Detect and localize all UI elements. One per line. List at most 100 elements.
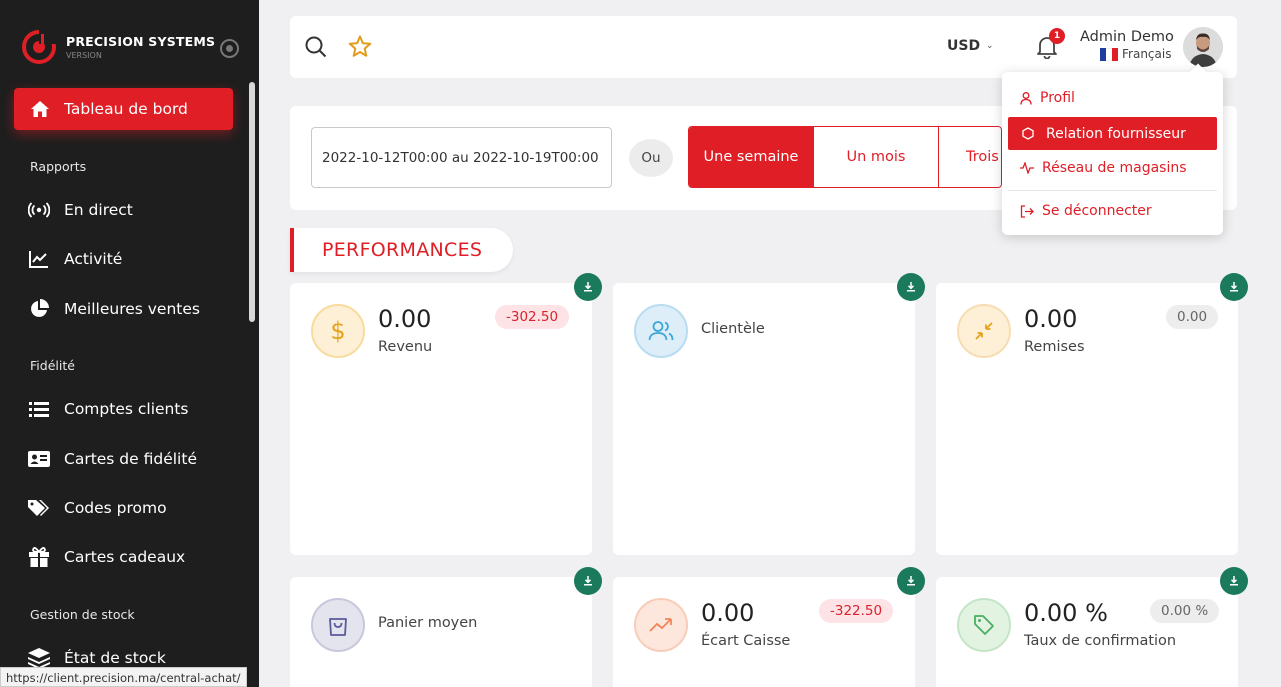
card-revenu: $ 0.00 Revenu -302.50 xyxy=(290,283,592,555)
sidebar-item-label: Cartes cadeaux xyxy=(64,548,186,566)
sidebar-item-label: Codes promo xyxy=(64,499,167,517)
sidebar-item-tableau-de-bord[interactable]: Tableau de bord xyxy=(14,88,233,130)
period-button-week[interactable]: Une semaine xyxy=(689,127,814,187)
id-card-icon xyxy=(28,448,50,470)
download-button-ecart-caisse[interactable] xyxy=(897,567,925,595)
avatar[interactable] xyxy=(1183,27,1223,67)
search-icon[interactable] xyxy=(305,36,327,58)
download-button-taux-de-confirmation[interactable] xyxy=(1220,567,1248,595)
sidebar-item-codes-promo[interactable]: Codes promo xyxy=(28,496,167,520)
language-label: Français xyxy=(1122,47,1172,61)
sidebar-item-label: En direct xyxy=(64,201,133,219)
language-selector[interactable]: Français xyxy=(1100,47,1171,61)
brand-logo-icon xyxy=(22,30,56,64)
date-range-input[interactable] xyxy=(311,127,612,188)
trending-up-icon xyxy=(634,598,688,652)
card-value: 0.00 xyxy=(701,599,755,627)
currency-selector[interactable]: USD xyxy=(947,38,980,54)
menu-item-reseau-de-magasins[interactable]: Réseau de magasins xyxy=(1020,157,1187,179)
download-button-panier-moyen[interactable] xyxy=(574,567,602,595)
hexagon-icon xyxy=(1022,127,1034,140)
home-icon xyxy=(31,101,49,117)
download-icon xyxy=(907,282,915,292)
sidebar-item-label: Activité xyxy=(64,250,123,268)
top-bar: USD ⌄ 1 Admin Demo Français xyxy=(290,16,1237,78)
notification-badge: 1 xyxy=(1049,28,1065,44)
sidebar-item-en-direct[interactable]: En direct xyxy=(28,198,133,222)
download-button-revenu[interactable] xyxy=(574,273,602,301)
card-panier-moyen: Panier moyen xyxy=(290,577,592,687)
star-icon[interactable] xyxy=(348,35,372,58)
sidebar-item-cartes-de-fidelite[interactable]: Cartes de fidélité xyxy=(28,447,197,471)
card-remises: 0.00 Remises 0.00 xyxy=(936,283,1238,555)
layers-icon xyxy=(28,647,50,669)
card-label: Clientèle xyxy=(701,321,765,337)
section-title: PERFORMANCES xyxy=(322,239,483,261)
card-label: Taux de confirmation xyxy=(1024,633,1177,649)
sidebar-scrollbar[interactable] xyxy=(249,82,255,322)
card-value: 0.00 xyxy=(1024,305,1078,333)
sidebar-collapse-button[interactable] xyxy=(220,39,239,58)
sidebar-item-activite[interactable]: Activité xyxy=(28,247,122,271)
france-flag-icon xyxy=(1100,47,1118,61)
performances-header: PERFORMANCES xyxy=(290,228,513,272)
tags-icon xyxy=(28,497,50,519)
card-value: 0.00 % xyxy=(1024,599,1108,627)
card-badge: 0.00 xyxy=(1166,305,1219,329)
pie-chart-icon xyxy=(28,298,50,320)
shopping-bag-icon xyxy=(311,598,365,652)
download-icon xyxy=(1230,576,1238,586)
period-selector: Une semaine Un mois Trois xyxy=(688,126,1002,188)
user-name[interactable]: Admin Demo xyxy=(1080,29,1174,45)
card-clientele: Clientèle xyxy=(613,283,915,555)
menu-item-label: Réseau de magasins xyxy=(1042,160,1187,176)
sidebar: PRECISION SYSTEMS VERSION Tableau de bor… xyxy=(0,0,259,687)
brand[interactable]: PRECISION SYSTEMS VERSION xyxy=(22,30,215,64)
shrink-arrows-icon xyxy=(957,304,1011,358)
gift-icon xyxy=(28,546,50,568)
user-dropdown-menu: Profil Relation fournisseur Réseau de ma… xyxy=(1002,63,1223,235)
menu-divider xyxy=(1008,190,1217,191)
logout-icon xyxy=(1020,204,1034,218)
sidebar-item-comptes-clients[interactable]: Comptes clients xyxy=(28,397,189,421)
download-icon xyxy=(584,576,592,586)
dollar-icon: $ xyxy=(311,304,365,358)
user-icon xyxy=(1020,91,1032,105)
sidebar-section-rapports: Rapports xyxy=(30,159,87,174)
download-icon xyxy=(584,282,592,292)
card-badge: -302.50 xyxy=(495,305,570,329)
sidebar-item-label: Comptes clients xyxy=(64,400,189,418)
card-taux-de-confirmation: 0.00 % Taux de confirmation 0.00 % xyxy=(936,577,1238,687)
card-label: Revenu xyxy=(378,339,433,355)
download-button-remises[interactable] xyxy=(1220,273,1248,301)
card-badge: 0.00 % xyxy=(1150,599,1220,623)
sidebar-section-gestion-de-stock: Gestion de stock xyxy=(30,607,135,622)
download-button-clientele[interactable] xyxy=(897,273,925,301)
list-icon xyxy=(28,398,50,420)
download-icon xyxy=(907,576,915,586)
chevron-down-icon[interactable]: ⌄ xyxy=(986,41,994,51)
period-button-three-months[interactable]: Trois xyxy=(939,127,1001,187)
line-chart-icon xyxy=(28,248,50,270)
card-badge: -322.50 xyxy=(819,599,894,623)
brand-subtitle: VERSION xyxy=(66,51,102,60)
users-icon xyxy=(634,304,688,358)
menu-item-label: Relation fournisseur xyxy=(1046,125,1186,142)
sidebar-item-label: État de stock xyxy=(64,649,166,667)
menu-item-label: Se déconnecter xyxy=(1042,203,1152,219)
sidebar-item-cartes-cadeaux[interactable]: Cartes cadeaux xyxy=(28,545,185,569)
tag-icon xyxy=(957,598,1011,652)
period-button-month[interactable]: Un mois xyxy=(814,127,939,187)
broadcast-icon xyxy=(28,199,50,221)
menu-item-relation-fournisseur[interactable]: Relation fournisseur xyxy=(1008,117,1217,150)
sidebar-section-fidelite: Fidélité xyxy=(30,358,75,373)
user-avatar-icon xyxy=(1183,27,1223,67)
card-value: 0.00 xyxy=(378,305,432,333)
menu-item-se-deconnecter[interactable]: Se déconnecter xyxy=(1020,200,1152,222)
status-bar-url: https://client.precision.ma/central-acha… xyxy=(0,667,247,687)
sidebar-item-meilleures-ventes[interactable]: Meilleures ventes xyxy=(28,297,200,321)
brand-name: PRECISION SYSTEMS xyxy=(66,34,216,49)
menu-item-profil[interactable]: Profil xyxy=(1020,87,1075,109)
card-label: Remises xyxy=(1024,339,1085,355)
card-label: Panier moyen xyxy=(378,615,478,631)
